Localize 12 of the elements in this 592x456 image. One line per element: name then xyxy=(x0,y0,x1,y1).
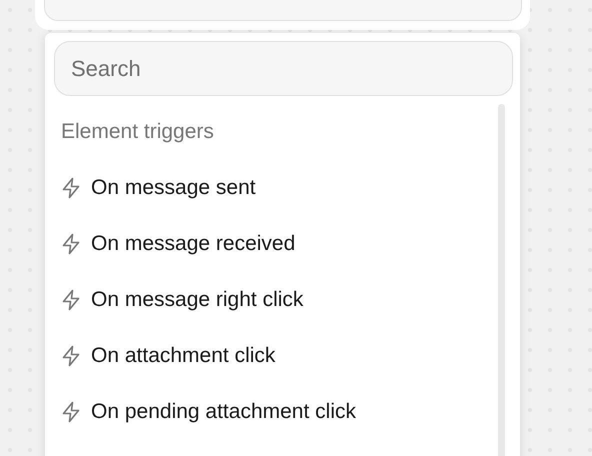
menu-item[interactable]: On message sent xyxy=(61,174,498,202)
section-heading: Element triggers xyxy=(61,119,215,145)
lightning-icon xyxy=(61,345,81,367)
lightning-icon xyxy=(61,289,81,311)
menu-item[interactable]: On message received xyxy=(61,230,498,258)
lightning-icon xyxy=(61,177,81,199)
menu-item[interactable]: On attachment click xyxy=(61,342,498,370)
lightning-icon xyxy=(61,233,81,255)
menu-item[interactable]: On pending attachment click xyxy=(61,398,498,426)
lightning-icon xyxy=(61,401,81,423)
menu-item[interactable]: On message right click xyxy=(61,286,498,314)
search-field[interactable]: Search xyxy=(54,41,513,96)
